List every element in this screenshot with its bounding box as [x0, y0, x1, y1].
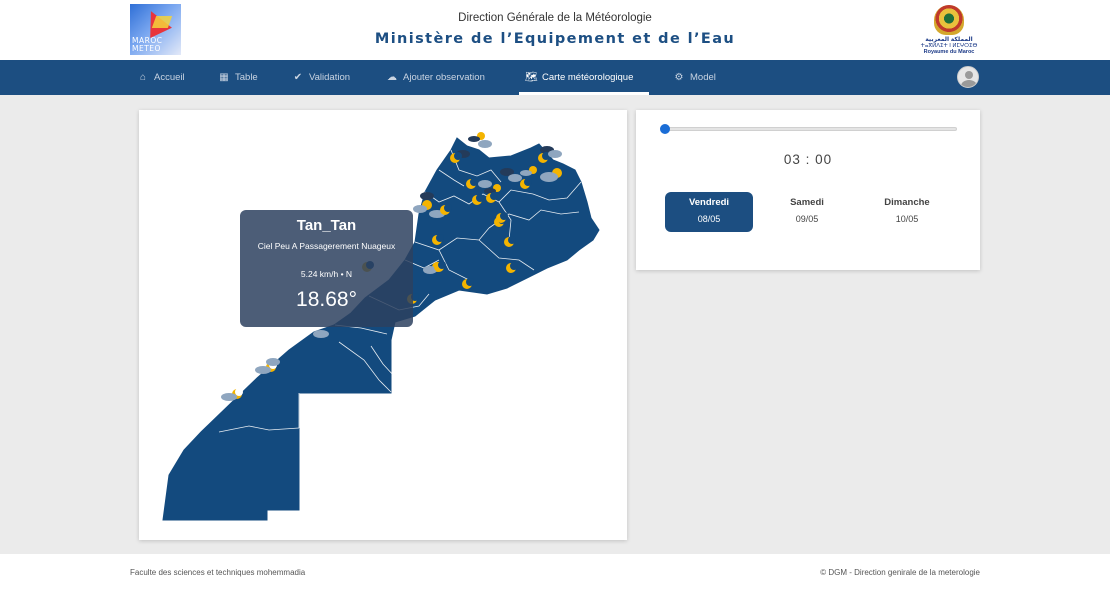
forecast-control-card: 03 : 00 Vendredi 08/05 Samedi 09/05 Dima… [636, 110, 980, 270]
tooltip-temperature: 18.68° [296, 288, 357, 311]
nav-label: Table [235, 72, 258, 83]
footer-copyright: © DGM - Direction genirale de la meterol… [820, 568, 980, 577]
header-title: Ministère de l’Equipement et de l’Eau [374, 31, 736, 47]
cloud-upload-icon: ☁ [387, 72, 397, 83]
selected-time: 03 : 00 [783, 152, 833, 167]
main-navbar: ⌂ Accueil ▦ Table ✔ Validation ☁ Ajouter obs… [0, 60, 1110, 95]
day-name: Vendredi [688, 197, 730, 208]
nav-item-accueil[interactable]: ⌂ Accueil [137, 60, 185, 95]
cloud-icon[interactable] [478, 180, 492, 188]
site-footer: Faculte des sciences et techniques mohem… [0, 554, 1110, 591]
header-subtitle: Direction Générale de la Météorologie [458, 12, 652, 24]
day-name: Samedi [790, 197, 824, 208]
cloud-icon[interactable] [478, 140, 492, 148]
tooltip-sky-description: Ciel Peu A Passagerement Nuageux [257, 241, 396, 251]
nav-label: Ajouter observation [403, 72, 485, 83]
crest-icon [934, 5, 964, 35]
day-name: Dimanche [884, 197, 930, 208]
tooltip-city-name: Tan_Tan [296, 217, 357, 234]
morocco-land[interactable] [162, 137, 600, 521]
nav-item-model[interactable]: ⚙ Model [673, 60, 716, 95]
kingdom-crest-logo: المملكة المغربية ⵜⴰⴳⵍⴷⵉⵜ ⵏ ⵍⵎⵖⵔⵉⴱ Royaum… [917, 3, 981, 55]
check-icon: ✔ [293, 72, 303, 83]
site-header: MAROC METEO Direction Générale de la Mét… [0, 0, 1110, 60]
nav-label: Validation [309, 72, 351, 83]
day-tab-vendredi[interactable]: Vendredi 08/05 [665, 192, 753, 232]
day-date: 08/05 [697, 214, 721, 224]
nav-label: Carte météorologique [542, 72, 634, 83]
cogs-icon: ⚙ [674, 72, 684, 83]
day-date: 10/05 [895, 214, 919, 224]
nav-label: Accueil [154, 72, 185, 83]
meteo-maroc-logo[interactable]: MAROC METEO [130, 4, 181, 55]
tooltip-wind: 5.24 km/h • N [300, 269, 353, 279]
cloud-icon[interactable] [313, 330, 329, 338]
cloud-icon[interactable] [548, 150, 562, 158]
nav-item-ajouter-observation[interactable]: ☁ Ajouter observation [386, 60, 485, 95]
crest-text-arabic: المملكة المغربية [925, 37, 973, 43]
day-date: 09/05 [795, 214, 819, 224]
cloud-icon[interactable] [266, 358, 280, 366]
nav-item-table[interactable]: ▦ Table [218, 60, 258, 95]
nav-label: Model [690, 72, 716, 83]
nav-item-validation[interactable]: ✔ Validation [292, 60, 350, 95]
map-icon: 🗺 [525, 72, 538, 83]
crest-text-french: Royaume du Maroc [923, 49, 975, 55]
user-avatar-icon[interactable] [957, 66, 979, 88]
time-slider-thumb[interactable] [660, 124, 670, 134]
footer-left-text: Faculte des sciences et techniques mohem… [130, 568, 306, 577]
city-weather-tooltip: Tan_Tan Ciel Peu A Passagerement Nuageux… [240, 210, 413, 327]
home-icon: ⌂ [139, 72, 147, 83]
table-icon: ▦ [219, 72, 229, 83]
nav-item-carte-meteorologique[interactable]: 🗺 Carte météorologique [519, 60, 649, 95]
logo-text-line2: METEO [132, 44, 161, 53]
rain-cloud-icon[interactable] [420, 192, 434, 200]
cloud-icon[interactable] [508, 174, 522, 182]
weather-map-card: Tan_Tan Ciel Peu A Passagerement Nuageux… [139, 110, 627, 540]
day-tab-samedi[interactable]: Samedi 09/05 [763, 192, 851, 232]
time-slider-track[interactable] [661, 127, 957, 131]
day-tab-dimanche[interactable]: Dimanche 10/05 [863, 192, 951, 232]
